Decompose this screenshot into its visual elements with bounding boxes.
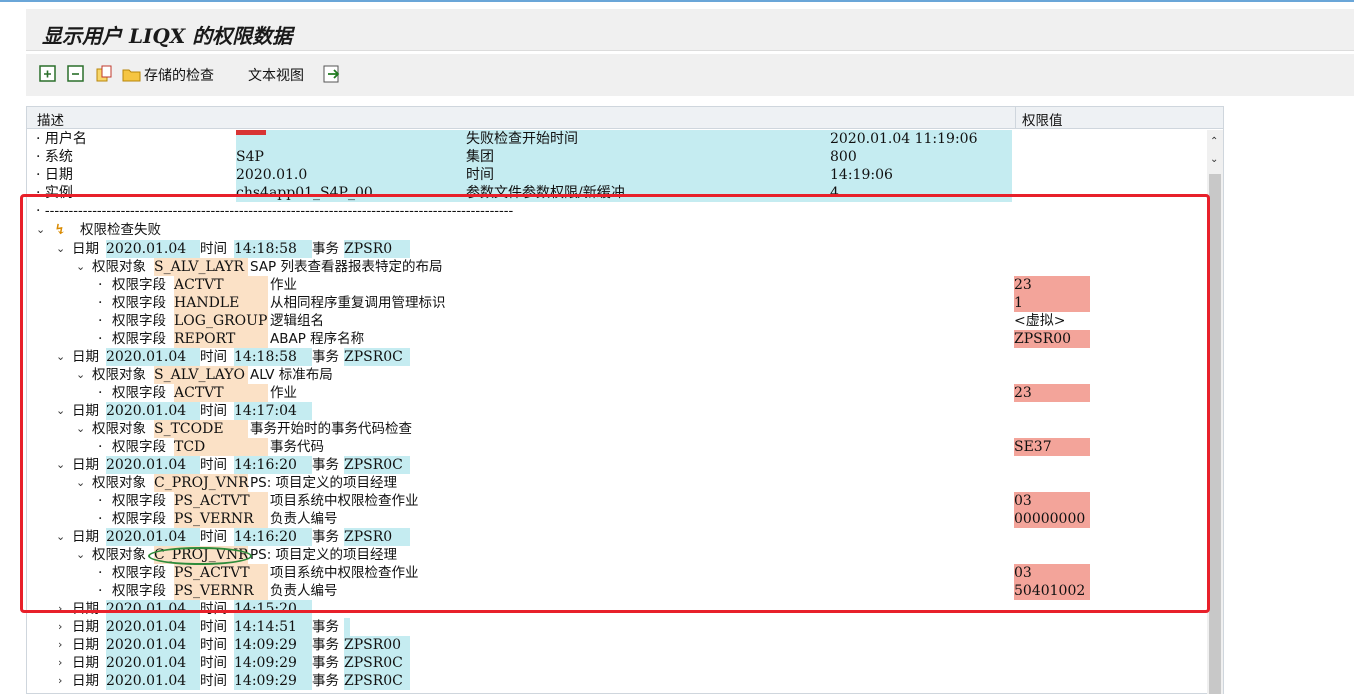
scroll-up-icon[interactable]: ⌃ xyxy=(1210,136,1218,147)
date-word: 日期 xyxy=(72,637,99,653)
scrollbar-thumb[interactable] xyxy=(1209,174,1221,694)
expand-toggle: › xyxy=(58,674,63,687)
scroll-down-icon[interactable]: ⌄ xyxy=(1210,154,1218,165)
user-value xyxy=(236,130,466,148)
expand-toggle: › xyxy=(58,656,63,669)
group-label: 集团 xyxy=(466,148,830,166)
collapsed-entry-2[interactable]: › 日期 2020.01.04 时间 14:09:29 事务 ZPSR00 xyxy=(26,636,1206,654)
time-label: 时间 xyxy=(466,166,830,184)
date-word: 日期 xyxy=(72,655,99,671)
tx-word: 事务 xyxy=(312,637,339,653)
folder-open-icon[interactable] xyxy=(122,64,142,84)
entry-date: 2020.01.04 xyxy=(106,672,200,690)
user-label: · 用户名 xyxy=(36,131,87,147)
page-title: 显示用户 LIQX 的权限数据 xyxy=(42,24,293,48)
toolbar: 存储的检查 文本视图 xyxy=(26,54,1354,96)
entry-tx: ZPSR00 xyxy=(344,636,410,654)
date-label: · 日期 xyxy=(36,167,73,183)
date-word: 日期 xyxy=(72,619,99,635)
collapsed-entry-3[interactable]: › 日期 2020.01.04 时间 14:09:29 事务 ZPSR0C xyxy=(26,654,1206,672)
entry-tx: ZPSR0C xyxy=(344,654,410,672)
header-row-system[interactable]: · 系统 S4P 集团 800 xyxy=(26,148,1206,166)
highlight-ellipse xyxy=(148,547,252,565)
tx-word: 事务 xyxy=(312,655,339,671)
entry-time: 14:09:29 xyxy=(234,636,312,654)
collapse-all-icon[interactable] xyxy=(66,64,86,84)
fail-start-label: 失败检查开始时间 xyxy=(466,130,830,148)
collapsed-entry-1[interactable]: › 日期 2020.01.04 时间 14:14:51 事务 xyxy=(26,618,1206,636)
copy-icon[interactable] xyxy=(94,64,114,84)
collapsed-entry-4[interactable]: › 日期 2020.01.04 时间 14:09:29 事务 ZPSR0C xyxy=(26,672,1206,690)
entry-time: 14:09:29 xyxy=(234,654,312,672)
entry-tx xyxy=(344,618,350,636)
expand-toggle: › xyxy=(58,638,63,651)
expand-toggle: › xyxy=(58,620,63,633)
text-view-button[interactable]: 文本视图 xyxy=(248,65,304,85)
tx-word: 事务 xyxy=(312,673,339,689)
time-word: 时间 xyxy=(200,655,227,671)
time-word: 时间 xyxy=(200,619,227,635)
entry-date: 2020.01.04 xyxy=(106,618,200,636)
entry-tx: ZPSR0C xyxy=(344,672,410,690)
expand-all-icon[interactable] xyxy=(38,64,58,84)
redaction-mark xyxy=(236,130,266,135)
group-value: 800 xyxy=(830,148,1012,166)
system-value: S4P xyxy=(236,148,466,166)
time-word: 时间 xyxy=(200,673,227,689)
time-value: 14:19:06 xyxy=(830,166,1012,184)
date-value: 2020.01.0 xyxy=(236,166,466,184)
header-row-date[interactable]: · 日期 2020.01.0 时间 14:19:06 xyxy=(26,166,1206,184)
header-row-user[interactable]: · 用户名 失败检查开始时间 2020.01.04 11:19:06 xyxy=(26,130,1206,148)
entry-date: 2020.01.04 xyxy=(106,636,200,654)
time-word: 时间 xyxy=(200,637,227,653)
saved-check-button[interactable]: 存储的检查 xyxy=(144,65,214,85)
top-border xyxy=(0,0,1354,4)
date-word: 日期 xyxy=(72,673,99,689)
entry-date: 2020.01.04 xyxy=(106,654,200,672)
export-icon[interactable] xyxy=(322,64,342,84)
system-label: · 系统 xyxy=(36,149,73,165)
fail-start-value: 2020.01.04 11:19:06 xyxy=(830,130,1012,148)
column-description[interactable]: 描述 xyxy=(37,109,64,129)
column-auth-value[interactable]: 权限值 xyxy=(1015,107,1063,129)
tx-word: 事务 xyxy=(312,619,339,635)
entry-time: 14:09:29 xyxy=(234,672,312,690)
column-header: 描述 权限值 xyxy=(27,107,1223,129)
title-bar: 显示用户 LIQX 的权限数据 xyxy=(26,9,1354,51)
entry-time: 14:14:51 xyxy=(234,618,312,636)
